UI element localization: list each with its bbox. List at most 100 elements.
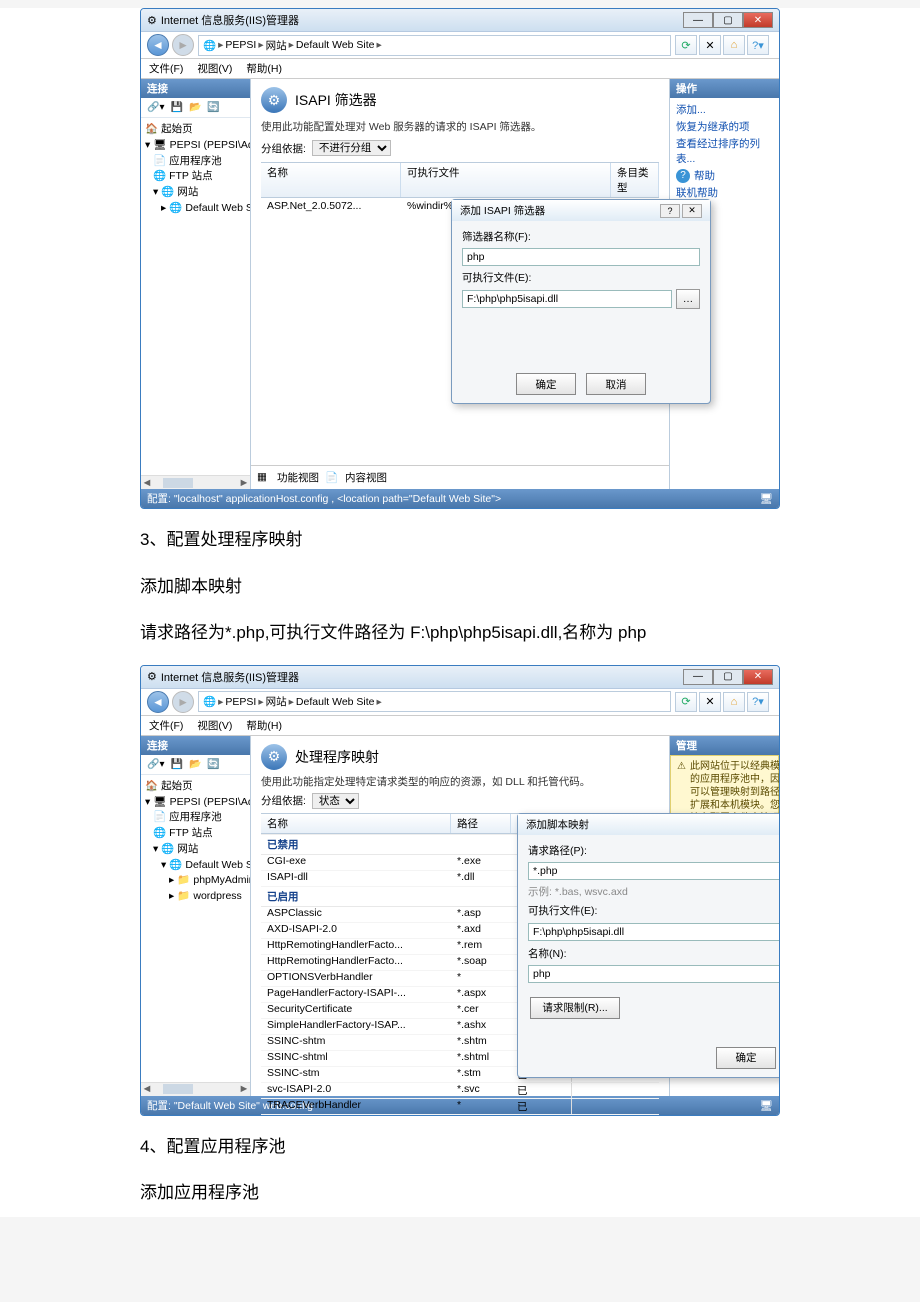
- menu-file[interactable]: 文件(F): [149, 718, 183, 733]
- refresh-button[interactable]: ⟳: [675, 692, 697, 712]
- server-icon: 🖥: [153, 138, 166, 154]
- tree-apppool[interactable]: 应用程序池: [169, 810, 222, 826]
- action-add[interactable]: 添加...: [676, 102, 773, 117]
- col-path[interactable]: 路径: [451, 814, 511, 833]
- browse-button[interactable]: …: [676, 289, 700, 309]
- name-input[interactable]: [528, 965, 780, 983]
- stop-button[interactable]: ✕: [699, 692, 721, 712]
- action-restore[interactable]: 恢复为继承的项: [676, 119, 773, 134]
- table-row[interactable]: svc-ISAPI-2.0*.svc已: [261, 1083, 659, 1099]
- tree-apppool[interactable]: 应用程序池: [169, 154, 222, 170]
- tree-ftp[interactable]: FTP 站点: [169, 169, 213, 185]
- crumb-3[interactable]: Default Web Site: [296, 696, 375, 708]
- content-view-tab[interactable]: 内容视图: [345, 470, 387, 485]
- save-icon[interactable]: 💾: [168, 758, 184, 771]
- dialog-close-button[interactable]: ✕: [682, 204, 702, 218]
- connections-tree: 🏠起始页 ▾🖥PEPSI (PEPSI\Administrator) 📄应用程序…: [141, 775, 250, 909]
- dialog-help-button[interactable]: ?: [660, 204, 680, 218]
- request-restrict-button[interactable]: 请求限制(R)...: [530, 997, 620, 1019]
- crumb-2[interactable]: 网站: [266, 38, 287, 53]
- menu-view[interactable]: 视图(V): [197, 718, 232, 733]
- iis-icon: ⚙: [147, 670, 157, 683]
- dialog-title: 添加 ISAPI 筛选器: [460, 203, 545, 218]
- tree-default[interactable]: Default Web Site: [185, 858, 250, 874]
- table-row[interactable]: TRACEVerbHandler*已: [261, 1099, 659, 1115]
- exe-input[interactable]: [528, 923, 780, 941]
- menu-help[interactable]: 帮助(H): [246, 718, 282, 733]
- forward-button[interactable]: ►: [172, 691, 194, 713]
- home-button[interactable]: ⌂: [723, 692, 745, 712]
- help-link[interactable]: 帮助: [694, 168, 715, 183]
- breadcrumb[interactable]: 🌐▸ PEPSI▸ 网站▸ Default Web Site▸: [198, 35, 671, 56]
- minimize-button[interactable]: —: [683, 669, 713, 685]
- crumb-2[interactable]: 网站: [266, 694, 287, 709]
- tree-default[interactable]: Default Web Site: [185, 201, 250, 217]
- feature-view-tab[interactable]: 功能视图: [277, 470, 319, 485]
- stop-button[interactable]: ✕: [699, 35, 721, 55]
- request-path-input[interactable]: [528, 862, 780, 880]
- tree-wordpress[interactable]: wordpress: [193, 889, 241, 905]
- back-button[interactable]: ◄: [147, 34, 169, 56]
- action-sortedlist[interactable]: 查看经过排序的列表...: [676, 136, 773, 166]
- group-select[interactable]: 不进行分组: [312, 140, 391, 156]
- col-type[interactable]: 条目类型: [611, 163, 659, 197]
- connections-toolbar: 🔗▾ 💾 📂 🔄: [141, 755, 250, 775]
- tree-server[interactable]: PEPSI (PEPSI\Administrator): [170, 138, 250, 154]
- connect-icon[interactable]: 🔗▾: [145, 101, 166, 114]
- col-exe[interactable]: 可执行文件: [401, 163, 611, 197]
- exe-label: 可执行文件(E):: [528, 903, 780, 918]
- apppool-icon: 📄: [153, 154, 166, 170]
- refresh-button[interactable]: ⟳: [675, 35, 697, 55]
- tree-start[interactable]: 起始页: [161, 122, 193, 138]
- filter-exe-input[interactable]: [462, 290, 672, 308]
- table-row[interactable]: WebServiceHandlerFactory-...*.asmx已: [261, 1115, 659, 1116]
- col-name[interactable]: 名称: [261, 814, 451, 833]
- refresh-tree-icon[interactable]: 🔄: [205, 758, 221, 771]
- connect-icon[interactable]: 🔗▾: [145, 758, 166, 771]
- menu-help[interactable]: 帮助(H): [246, 61, 282, 76]
- menu-view[interactable]: 视图(V): [197, 61, 232, 76]
- back-button[interactable]: ◄: [147, 691, 169, 713]
- help-button[interactable]: ?▾: [747, 692, 769, 712]
- close-button[interactable]: ✕: [743, 669, 773, 685]
- menubar: 文件(F) 视图(V) 帮助(H): [141, 716, 779, 736]
- tree-server[interactable]: PEPSI (PEPSI\Administrator): [170, 795, 250, 811]
- menu-file[interactable]: 文件(F): [149, 61, 183, 76]
- tree-hscroll[interactable]: ◄►: [141, 475, 250, 489]
- tree-start[interactable]: 起始页: [161, 779, 193, 795]
- section-4-line1: 添加应用程序池: [0, 1170, 920, 1217]
- open-icon[interactable]: 📂: [187, 758, 203, 771]
- tree-sites[interactable]: 网站: [177, 842, 198, 858]
- save-icon[interactable]: 💾: [168, 101, 184, 114]
- filter-exe-label: 可执行文件(E):: [462, 270, 700, 285]
- ok-button[interactable]: 确定: [716, 1047, 776, 1069]
- crumb-3[interactable]: Default Web Site: [296, 39, 375, 51]
- cell-name[interactable]: ASP.Net_2.0.5072...: [261, 198, 401, 217]
- minimize-button[interactable]: —: [683, 12, 713, 28]
- ok-button[interactable]: 确定: [516, 373, 576, 395]
- apppool-icon: 📄: [153, 810, 166, 826]
- open-icon[interactable]: 📂: [187, 101, 203, 114]
- refresh-tree-icon[interactable]: 🔄: [205, 101, 221, 114]
- maximize-button[interactable]: ▢: [713, 669, 743, 685]
- home-button[interactable]: ⌂: [723, 35, 745, 55]
- col-name[interactable]: 名称: [261, 163, 401, 197]
- tree-hscroll[interactable]: ◄►: [141, 1082, 250, 1096]
- filter-name-label: 筛选器名称(F):: [462, 229, 700, 244]
- close-button[interactable]: ✕: [743, 12, 773, 28]
- help-button[interactable]: ?▾: [747, 35, 769, 55]
- breadcrumb[interactable]: 🌐▸ PEPSI▸ 网站▸ Default Web Site▸: [198, 691, 671, 712]
- filter-name-input[interactable]: [462, 248, 700, 266]
- status-text: 配置: "localhost" applicationHost.config ,…: [147, 491, 501, 506]
- tree-sites[interactable]: 网站: [177, 185, 198, 201]
- crumb-1[interactable]: PEPSI: [225, 696, 256, 708]
- cancel-button[interactable]: 取消: [586, 373, 646, 395]
- group-select[interactable]: 状态: [312, 793, 359, 809]
- tree-phpmyadmin[interactable]: phpMyAdmin: [193, 873, 250, 889]
- forward-button[interactable]: ►: [172, 34, 194, 56]
- tree-ftp[interactable]: FTP 站点: [169, 826, 213, 842]
- crumb-1[interactable]: PEPSI: [225, 39, 256, 51]
- maximize-button[interactable]: ▢: [713, 12, 743, 28]
- online-help-link[interactable]: 联机帮助: [676, 185, 773, 200]
- menubar: 文件(F) 视图(V) 帮助(H): [141, 59, 779, 79]
